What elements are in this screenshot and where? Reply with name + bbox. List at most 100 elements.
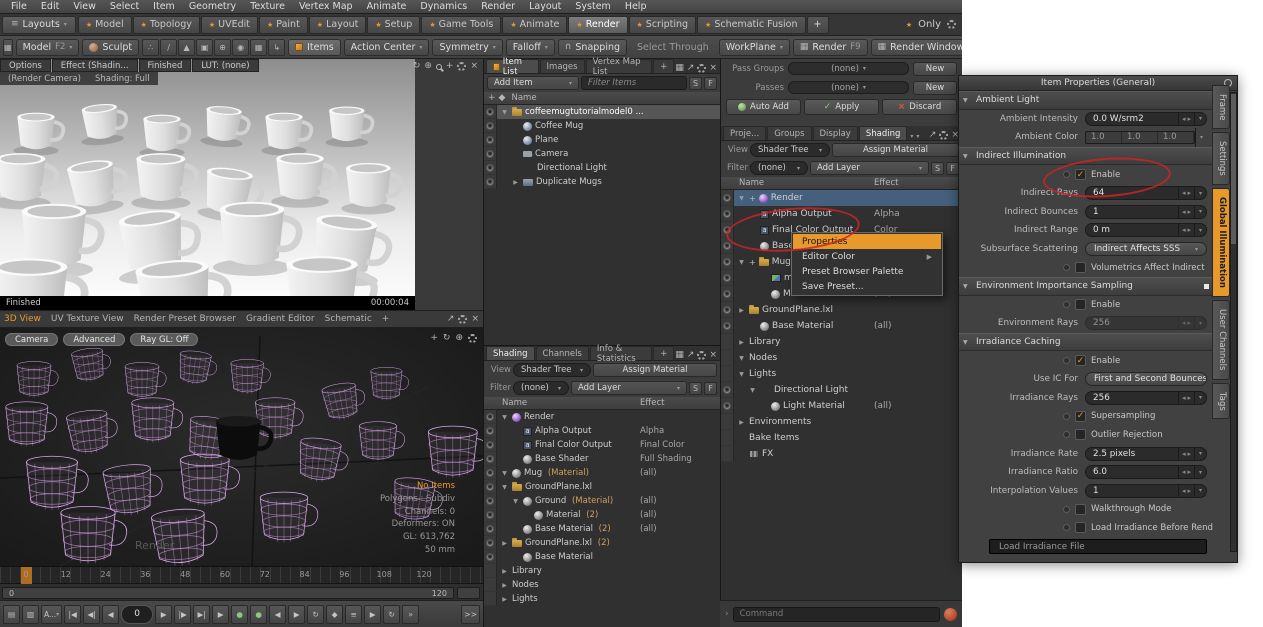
side-tab-tags[interactable]: Tags [1212, 383, 1230, 420]
play-button[interactable]: ▶ [212, 605, 229, 624]
filter-items-input[interactable]: Filter Items [581, 76, 687, 90]
tree-row-base-shader[interactable]: Base ShaderFull Shading [484, 452, 720, 466]
checkbox-enable[interactable]: ✓ [1075, 355, 1086, 366]
visibility-cell[interactable] [721, 366, 734, 382]
eye-icon[interactable] [486, 539, 494, 547]
menu-geometry[interactable]: Geometry [182, 1, 243, 12]
checkbox-walkthrough-mode[interactable] [1075, 504, 1086, 515]
passes-dropdown[interactable]: (none)▾ [788, 81, 909, 94]
tree-row-alpha-output[interactable]: Alpha OutputAlpha [484, 424, 720, 438]
section-collapse-icon[interactable]: ▼ [963, 283, 971, 290]
context-menu-item-preset-browser-palette[interactable]: Preset Browser Palette [793, 264, 941, 279]
panel-tab-info-statistics[interactable]: Info & Statistics [590, 346, 652, 360]
channel-state-icon[interactable] [1063, 301, 1070, 308]
stepper-left-icon[interactable]: ◂ [1182, 450, 1186, 458]
eye-icon[interactable] [486, 427, 494, 435]
panel-tab-proje[interactable]: Proje... [723, 126, 766, 140]
properties-scrollbar[interactable] [1230, 92, 1237, 552]
menu-dynamics[interactable]: Dynamics [413, 1, 474, 12]
layout-tab-render[interactable]: ★Render [568, 16, 627, 34]
panel-tab-shading[interactable]: Shading [859, 126, 908, 140]
field-dropdown-icon[interactable]: ▾ [1195, 128, 1207, 147]
render-view-gear-icon[interactable] [457, 62, 466, 71]
add-item-dropdown[interactable]: Add Item ▾ [487, 76, 579, 90]
viewport-tabbar-gear-icon[interactable] [458, 315, 467, 324]
expand-closed-icon[interactable]: ▶ [500, 596, 509, 603]
tree-row-library[interactable]: ▶Library [484, 564, 720, 578]
field-irradiance-rays[interactable]: 256◂▸▾ [1085, 391, 1207, 405]
stepper-left-icon[interactable]: ◂ [1182, 226, 1186, 234]
tree-row-fx[interactable]: FX [721, 446, 962, 462]
visibility-cell[interactable] [484, 592, 497, 606]
gradient-button[interactable]: ▨ [22, 605, 39, 624]
shading-panel-grid-icon[interactable]: ▦ [675, 351, 684, 360]
expand-open-icon[interactable]: ▼ [500, 470, 509, 477]
section-collapse-icon[interactable]: ▼ [963, 97, 971, 104]
menu-edit[interactable]: Edit [34, 1, 66, 12]
mode-pivot-icon[interactable]: ◉ [232, 39, 249, 56]
stepper-left-icon[interactable]: ◂ [1182, 189, 1186, 197]
action-center-dropdown[interactable]: Action Center ▾ [344, 39, 430, 56]
expand-open-icon[interactable]: ▼ [748, 387, 757, 394]
item-panel-popout-icon[interactable]: ↗ [687, 64, 695, 73]
scope-button[interactable]: S [689, 382, 702, 395]
visibility-cell[interactable] [721, 334, 734, 350]
tree-row-coffee-mug[interactable]: Coffee Mug [484, 119, 720, 133]
field-irradiance-rate[interactable]: 2.5 pixels◂▸▾ [1085, 447, 1207, 461]
viewport-pan-icon[interactable]: + [430, 334, 438, 343]
render-view-magnifier-icon[interactable] [436, 64, 442, 70]
layout-tab-model[interactable]: ★Model [78, 16, 132, 34]
tree-row-final-color-output[interactable]: Final Color OutputFinal Color [484, 438, 720, 452]
expand-open-icon[interactable]: ▼ [500, 414, 509, 421]
panel-tab-channels[interactable]: Channels [536, 346, 589, 360]
section-collapse-icon[interactable]: ▼ [963, 153, 971, 160]
dropdown-use-ic-for[interactable]: First and Second Bounces▾ [1085, 372, 1207, 386]
record-animation-button[interactable]: ● [231, 605, 248, 624]
panel-tab-item[interactable]: + [653, 346, 674, 360]
visibility-cell[interactable] [484, 522, 497, 536]
name-column-header[interactable]: Name [511, 93, 536, 103]
visibility-cell[interactable] [484, 119, 497, 133]
visibility-cell[interactable] [484, 424, 497, 438]
visibility-cell[interactable] [484, 466, 497, 480]
eye-icon[interactable] [486, 497, 494, 505]
render-view-crosshair-icon[interactable]: + [446, 62, 454, 71]
tree-row-render[interactable]: ▼Render [484, 410, 720, 424]
layout-tab-layout[interactable]: ★Layout [309, 16, 367, 34]
stepper-arrows[interactable]: ◂▸ [1178, 448, 1194, 460]
expand-closed-icon[interactable]: ▶ [500, 582, 509, 589]
expand-closed-icon[interactable]: ▶ [500, 540, 509, 547]
auto-add-button[interactable]: Auto Add [726, 99, 801, 115]
viewport-orbit-icon[interactable]: ↻ [443, 334, 451, 343]
visibility-cell[interactable] [484, 133, 497, 147]
mode-center-icon[interactable]: ⊕ [214, 39, 231, 56]
range-start-button[interactable]: ◀ [269, 605, 286, 624]
stepper-right-icon[interactable]: ▸ [1187, 208, 1191, 216]
field-indirect-rays[interactable]: 64◂▸▾ [1085, 186, 1207, 200]
stepper-arrows[interactable]: ◂▸ [1178, 317, 1194, 329]
camera-view-button[interactable]: Camera [5, 333, 58, 346]
render-view-zoom-icon[interactable]: ⊕ [424, 62, 432, 71]
section-indirect-illumination[interactable]: ▼Indirect Illumination [959, 147, 1213, 166]
shader-tree-view-dropdown[interactable]: Shader Tree▾ [513, 363, 591, 377]
symmetry-dropdown[interactable]: Symmetry ▾ [432, 39, 502, 56]
new-pass-button[interactable]: New [913, 81, 957, 95]
viewport-gear-icon[interactable] [468, 334, 477, 343]
prev-frame-button[interactable]: ◀ [102, 605, 119, 624]
item-header-add-icon[interactable]: + [488, 94, 496, 103]
play-small-button[interactable]: ▶ [364, 605, 381, 624]
field-dropdown-icon[interactable]: ▾ [1194, 466, 1206, 478]
load-irradiance-file-button[interactable]: Load Irradiance File [989, 539, 1207, 554]
checkbox-load-irradiance-before-render[interactable] [1075, 522, 1086, 533]
snapping-button[interactable]: ∩ Snapping [558, 39, 627, 56]
new-pass-group-button[interactable]: New [913, 62, 957, 76]
stepper-arrows[interactable]: ◂▸ [1178, 224, 1194, 236]
section-environment-importance-sampling[interactable]: ▼Environment Importance Sampling [959, 277, 1213, 296]
render-camera-selector[interactable]: (Render Camera) [8, 74, 81, 84]
viewport-tab-gradient-editor[interactable]: Gradient Editor [246, 314, 315, 324]
stepper-left-icon[interactable]: ◂ [1182, 487, 1186, 495]
expand-open-icon[interactable]: ▼ [737, 195, 746, 202]
field-interpolation-values[interactable]: 1◂▸▾ [1085, 484, 1207, 498]
stepper-right-icon[interactable]: ▸ [1187, 189, 1191, 197]
channel-state-icon[interactable] [1063, 506, 1070, 513]
